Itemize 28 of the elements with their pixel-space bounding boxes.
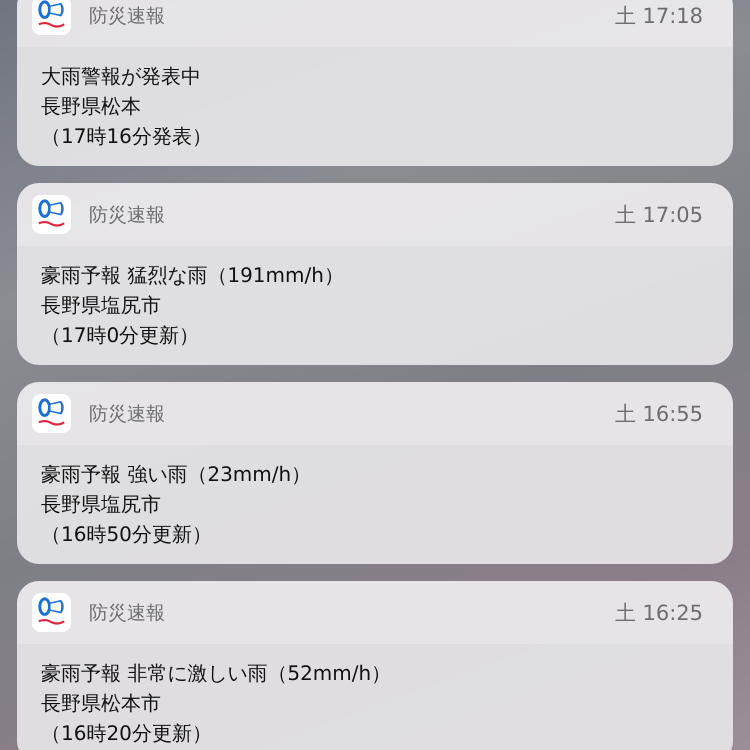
message-line: 長野県塩尻市 — [41, 292, 161, 319]
app-icon — [32, 195, 71, 234]
message-line: （16時50分更新） — [41, 521, 212, 548]
notification-body[interactable]: 豪雨予報 猛烈な雨（191mm/h） 長野県塩尻市 （17時0分更新） — [17, 246, 733, 365]
message-line: （17時0分更新） — [41, 322, 200, 349]
message-line: 豪雨予報 猛烈な雨（191mm/h） — [41, 262, 344, 289]
timestamp: 土 17:05 — [614, 202, 703, 228]
timestamp: 土 16:55 — [614, 400, 703, 428]
app-icon — [32, 394, 71, 433]
message-line: 大雨警報が発表中 — [41, 63, 201, 90]
timestamp: 土 16:25 — [614, 600, 703, 626]
app-icon — [32, 593, 71, 632]
message-line: 豪雨予報 非常に激しい雨（52mm/h） — [41, 660, 392, 687]
app-name: 防災速報 — [89, 600, 166, 626]
notification-body[interactable]: 大雨警報が発表中 長野県松本 （17時16分発表） — [17, 47, 733, 166]
app-name: 防災速報 — [89, 202, 166, 228]
message-line: （17時16分発表） — [41, 123, 212, 150]
message-line: （16時20分更新） — [41, 720, 212, 747]
message-line: 豪雨予報 強い雨（23mm/h） — [41, 461, 312, 488]
message-line: 長野県松本市 — [41, 690, 161, 717]
message-line: 長野県松本 — [41, 93, 141, 120]
notification-body[interactable]: 豪雨予報 強い雨（23mm/h） 長野県塩尻市 （16時50分更新） — [17, 445, 733, 564]
timestamp: 土 17:18 — [614, 2, 703, 30]
message-line: 長野県塩尻市 — [41, 491, 161, 518]
notification-body[interactable]: 豪雨予報 非常に激しい雨（52mm/h） 長野県松本市 （16時20分更新） — [17, 644, 733, 750]
app-icon — [32, 0, 71, 35]
app-name: 防災速報 — [89, 402, 166, 426]
app-name: 防災速報 — [89, 4, 166, 28]
